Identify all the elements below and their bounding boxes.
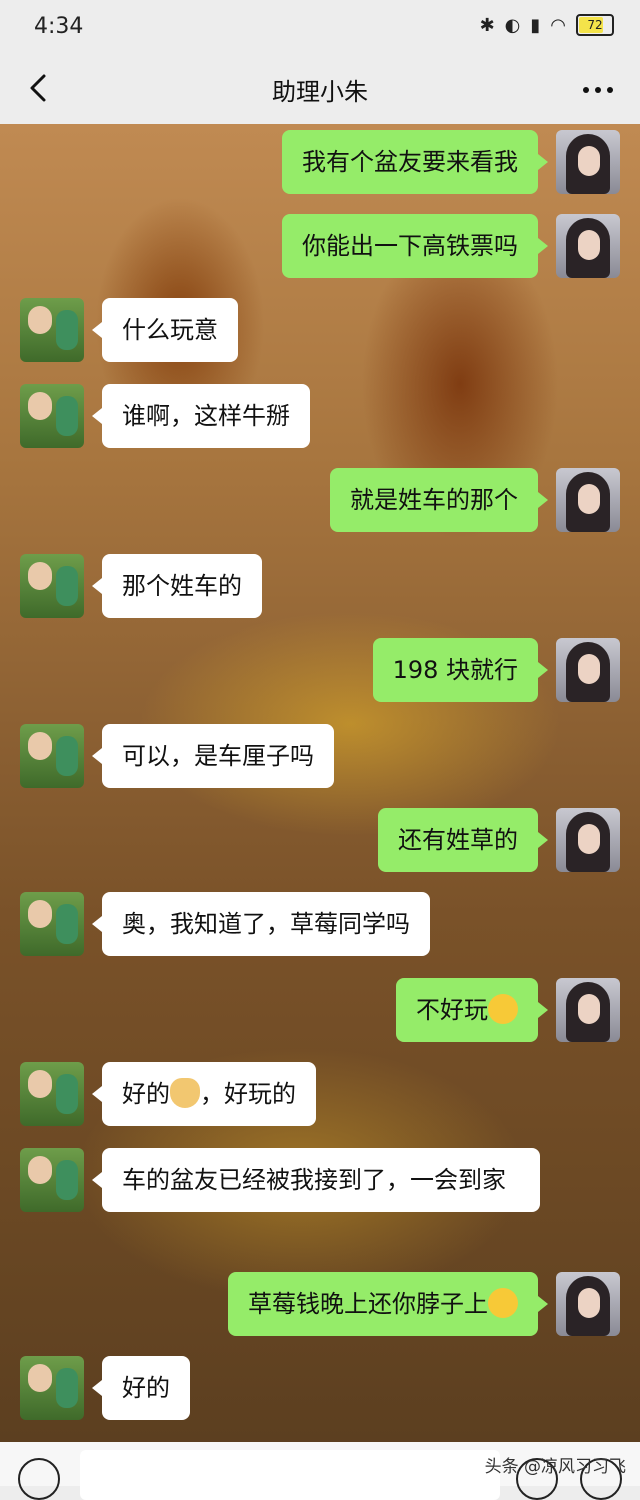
bluetooth-icon: ✱ [479,14,495,36]
contact-avatar[interactable] [20,1356,84,1420]
battery-level: 72 [587,18,603,32]
status-bar: 4:34 ✱ ◐ ▮ ◠ 72 [0,0,640,56]
my-avatar[interactable] [556,1272,620,1336]
watermark: 头条 @凉风习习飞 [484,1457,626,1477]
hd-icon: ◐ [504,14,521,36]
my-avatar[interactable] [556,638,620,702]
ok-hand-emoji-icon [170,1078,200,1108]
chat-header: 助理小朱 [0,56,640,124]
message-bubble-received[interactable]: 好的 [92,1356,190,1420]
status-icons: ✱ ◐ ▮ ◠ 72 [480,14,614,36]
message-bubble-received[interactable]: 那个姓车的 [92,554,262,618]
message-bubble-received[interactable]: 好的 ，好玩的 [92,1062,316,1126]
message-text: 草莓钱晚上还你脖子上 [248,1290,488,1318]
my-avatar[interactable] [556,468,620,532]
message-text: ，好玩的 [200,1080,296,1108]
contact-avatar[interactable] [20,554,84,618]
status-time: 4:34 [34,14,84,39]
more-options-icon[interactable] [578,70,618,110]
message-bubble-received[interactable]: 谁啊，这样牛掰 [92,384,310,448]
contact-avatar[interactable] [20,1062,84,1126]
voice-icon[interactable] [18,1458,60,1500]
my-avatar[interactable] [556,130,620,194]
message-bubble-sent[interactable]: 草莓钱晚上还你脖子上 [228,1272,548,1336]
signal-icon: ▮ [530,14,541,36]
contact-avatar[interactable] [20,384,84,448]
flushed-face-emoji-icon [488,994,518,1024]
message-input[interactable] [80,1450,500,1500]
message-text: 好的 [122,1080,170,1108]
my-avatar[interactable] [556,808,620,872]
message-bubble-received[interactable]: 什么玩意 [92,298,238,362]
chat-area[interactable]: 我有个盆友要来看我 你能出一下高铁票吗 什么玩意 谁啊，这样牛掰 就是姓车的那个… [0,124,640,1442]
my-avatar[interactable] [556,214,620,278]
message-bubble-sent[interactable]: 就是姓车的那个 [330,468,548,532]
message-bubble-sent[interactable]: 198 块就行 [372,638,549,702]
message-text: 不好玩 [416,996,488,1024]
battery-icon: 72 [576,14,614,36]
message-bubble-sent[interactable]: 你能出一下高铁票吗 [282,214,548,278]
my-avatar[interactable] [556,978,620,1042]
message-bubble-received[interactable]: 奥，我知道了，草莓同学吗 [92,892,430,956]
message-bubble-sent[interactable]: 还有姓草的 [378,808,548,872]
message-bubble-received[interactable]: 车的盆友已经被我接到了，一会到家 [92,1148,540,1212]
contact-avatar[interactable] [20,298,84,362]
message-bubble-sent[interactable]: 我有个盆友要来看我 [282,130,548,194]
wifi-icon: ◠ [550,14,566,36]
contact-avatar[interactable] [20,892,84,956]
smiling-face-emoji-icon [488,1288,518,1318]
chat-title: 助理小朱 [272,78,368,106]
message-bubble-received[interactable]: 可以，是车厘子吗 [92,724,334,788]
contact-avatar[interactable] [20,1148,84,1212]
contact-avatar[interactable] [20,724,84,788]
message-bubble-sent[interactable]: 不好玩 [396,978,548,1042]
